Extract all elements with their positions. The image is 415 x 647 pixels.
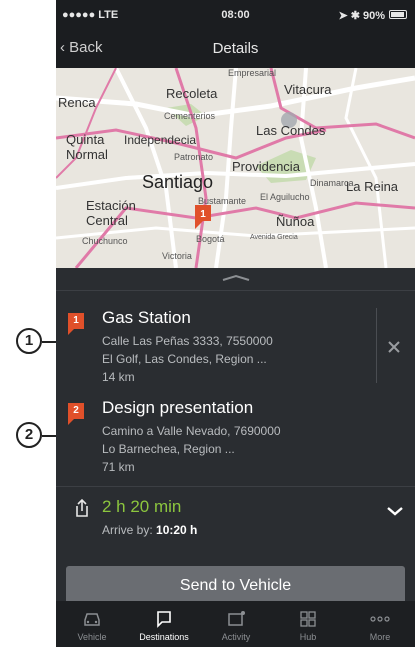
- map-label-victoria: Victoria: [162, 251, 192, 261]
- remove-destination-button[interactable]: [386, 339, 402, 355]
- tab-more[interactable]: More: [344, 601, 415, 647]
- map-label-patronato: Patronato: [174, 152, 214, 162]
- arrive-by: Arrive by: 10:20 h: [102, 523, 197, 537]
- destination-address-line-2: Lo Barnechea, Region ...: [102, 442, 235, 456]
- tab-label: More: [369, 632, 391, 642]
- map-label-providencia: Providencia: [232, 159, 300, 174]
- tab-label: Destinations: [139, 632, 189, 642]
- tab-hub[interactable]: Hub: [272, 601, 344, 647]
- map-label-cementerios: Cementerios: [164, 111, 216, 121]
- tab-vehicle[interactable]: Vehicle: [56, 601, 128, 647]
- destination-distance: 71 km: [102, 460, 135, 474]
- destination-badge: 1: [68, 313, 84, 335]
- map-label-santiago: Santiago: [142, 172, 214, 192]
- phone-screen: ●●●●● LTE 08:00 ➤ ✱ 90% ‹ Back Details E…: [56, 0, 415, 647]
- status-bar: ●●●●● LTE 08:00 ➤ ✱ 90%: [56, 0, 415, 32]
- destination-item-1[interactable]: 1 Gas Station Calle Las Peñas 3333, 7550…: [56, 306, 415, 391]
- destination-address-line-1: Calle Las Peñas 3333, 7550000: [102, 334, 273, 348]
- destination-address-line-1: Camino a Valle Nevado, 7690000: [102, 424, 281, 438]
- map-label-empresarial: Empresarial: [228, 68, 277, 78]
- map-label-nunoa: Ñuñoa: [276, 214, 315, 229]
- tab-label: Hub: [299, 632, 317, 642]
- chevron-down-icon: [387, 507, 403, 516]
- share-icon[interactable]: [74, 498, 90, 518]
- send-to-vehicle-button[interactable]: Send to Vehicle: [66, 566, 405, 606]
- route-duration: 2 h 20 min: [102, 497, 182, 516]
- destination-item-2[interactable]: 2 Design presentation Camino a Valle Nev…: [56, 396, 415, 481]
- destination-title: Design presentation: [102, 398, 254, 417]
- status-indicators: ➤ ✱ 90%: [338, 10, 385, 22]
- close-icon: [388, 341, 400, 353]
- expand-route-button[interactable]: [386, 504, 404, 516]
- destination-badge: 2: [68, 403, 84, 425]
- map-label-la-reina: La Reina: [346, 179, 399, 194]
- back-button[interactable]: ‹ Back: [60, 39, 103, 56]
- destination-title: Gas Station: [102, 308, 191, 327]
- map-label-estacion-central: Estación Central: [86, 198, 136, 228]
- tab-destinations[interactable]: Destinations: [128, 601, 200, 647]
- battery-icon: [389, 10, 407, 19]
- separator: [56, 290, 415, 291]
- map-label-chuchunco: Chuchunco: [82, 236, 128, 246]
- destinations-flag-icon: [157, 611, 171, 628]
- destination-distance: 14 km: [102, 370, 135, 384]
- arrive-by-label: Arrive by:: [102, 523, 153, 537]
- map-label-el-aguilucho: El Aguilucho: [260, 192, 310, 202]
- arrive-by-time: 10:20 h: [156, 523, 198, 537]
- remove-divider: [376, 308, 377, 383]
- callout-1: 1: [16, 328, 42, 354]
- activity-icon: [228, 611, 245, 626]
- page-title: Details: [212, 40, 259, 57]
- tab-bar: Vehicle Destinations Activity Hub More: [56, 601, 415, 647]
- map-label-renca: Renca: [58, 95, 96, 110]
- tab-activity[interactable]: Activity: [200, 601, 272, 647]
- car-icon: [84, 613, 100, 626]
- tab-label: Activity: [221, 632, 251, 642]
- tab-label: Vehicle: [77, 632, 107, 642]
- map-label-bogota: Bogotá: [196, 234, 225, 244]
- map-view[interactable]: Empresarial Renca Recoleta Vitacura Ceme…: [56, 68, 415, 268]
- more-dots-icon: [370, 616, 390, 622]
- destinations-panel: 1 Gas Station Calle Las Peñas 3333, 7550…: [56, 268, 415, 647]
- map-label-quinta-normal: Quinta Normal: [66, 132, 108, 162]
- map-label-independencia: Independecia: [124, 133, 197, 147]
- map-pin-number: 1: [200, 209, 206, 220]
- destination-address-line-2: El Golf, Las Condes, Region ...: [102, 352, 267, 366]
- hub-grid-icon: [300, 611, 316, 627]
- separator: [56, 486, 415, 487]
- drag-handle[interactable]: [56, 274, 415, 288]
- map-pin-1[interactable]: 1: [193, 205, 213, 233]
- nav-bar: ‹ Back Details: [56, 32, 415, 68]
- map-label-recoleta: Recoleta: [166, 86, 218, 101]
- map-label-las-condes: Las Condes: [256, 123, 326, 138]
- map-label-vitacura: Vitacura: [284, 82, 332, 97]
- map-label-avenida-grecia: Avenida Grecia: [250, 234, 298, 241]
- callout-2: 2: [16, 422, 42, 448]
